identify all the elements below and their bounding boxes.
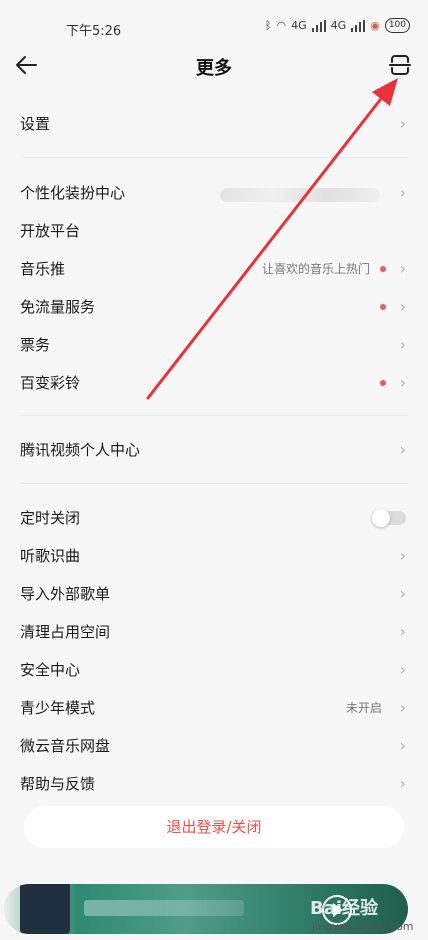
annotation-arrow-icon [146, 78, 398, 400]
